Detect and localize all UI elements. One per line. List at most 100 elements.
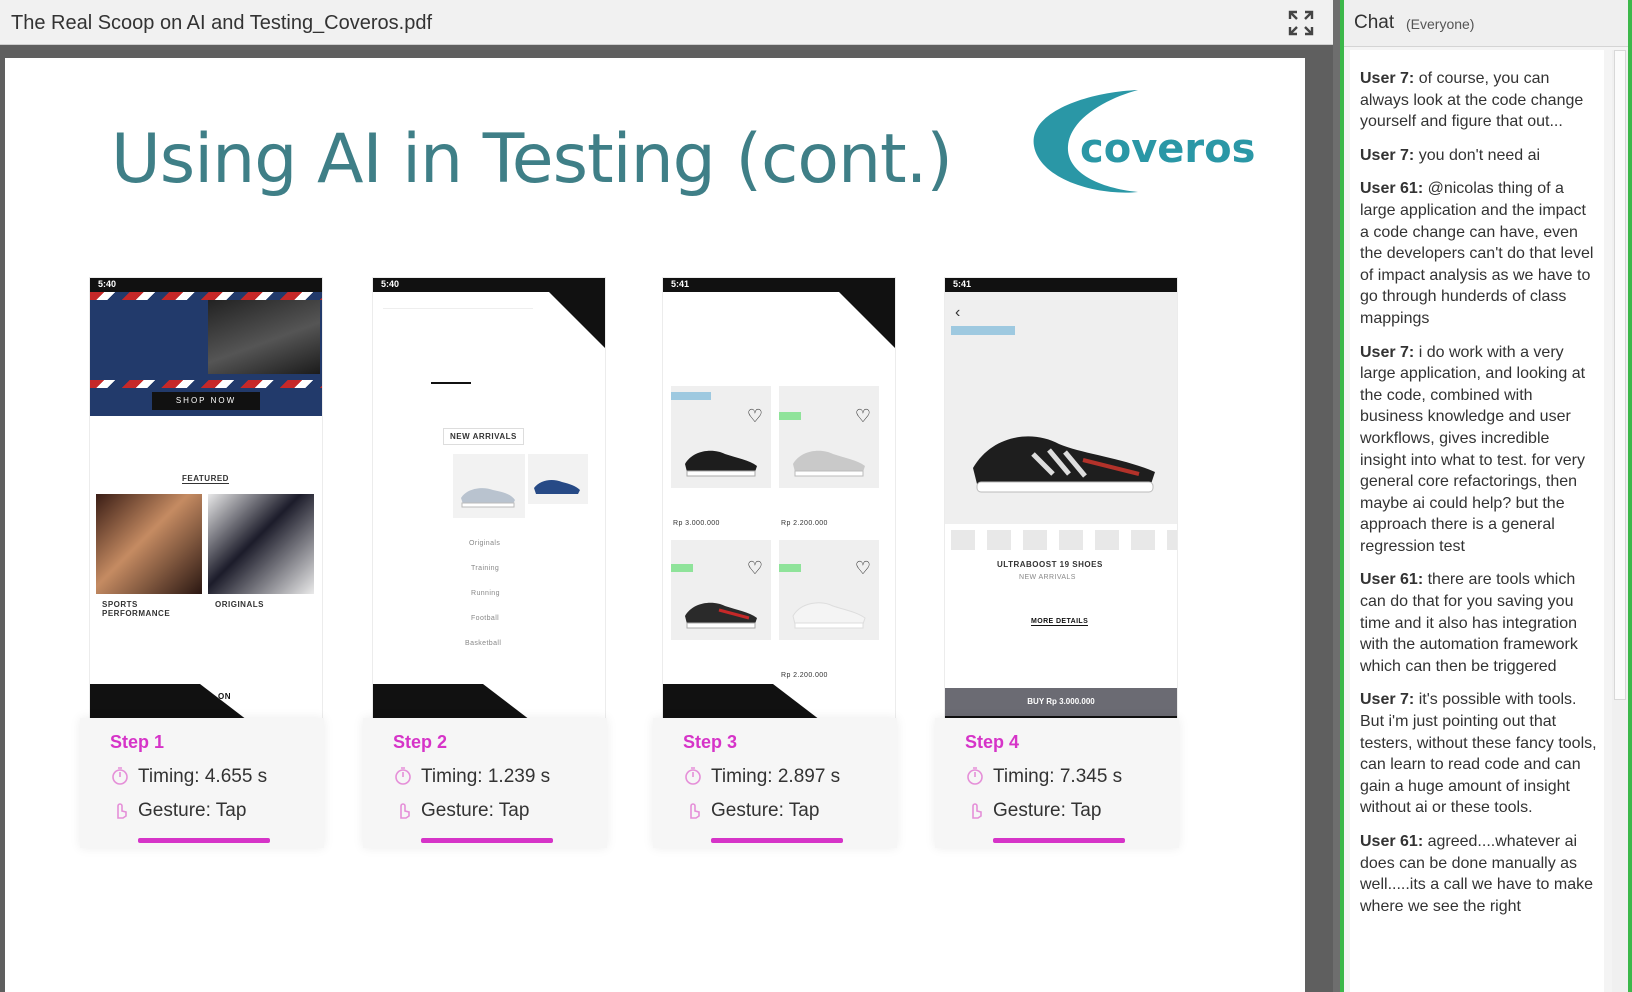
price: Rp 2.200.000	[781, 520, 828, 527]
status-time: 5:40	[381, 279, 400, 289]
message-author: User 7:	[1360, 70, 1415, 87]
step-card-2: 5:40 NEW ARRIVALS Originals Training Run…	[363, 278, 607, 848]
chat-scope[interactable]: (Everyone)	[1406, 16, 1474, 32]
slide: Using AI in Testing (cont.) coveros 5:40…	[5, 58, 1305, 992]
chat-pod: Chat (Everyone) User 7: of course, you c…	[1340, 0, 1632, 992]
chat-scrollbar[interactable]	[1612, 50, 1628, 992]
menu-item[interactable]: Training	[471, 565, 499, 572]
coveros-logo: coveros	[1028, 88, 1258, 200]
heart-icon[interactable]: ♡	[747, 406, 763, 427]
accent-underline	[993, 838, 1125, 843]
gesture-row: Gesture: Tap	[110, 800, 246, 822]
active-tab-indicator	[431, 382, 471, 384]
timing-row: Timing: 2.897 s	[683, 766, 840, 788]
message-text: @nicolas thing of a large application an…	[1360, 180, 1594, 327]
accent-underline	[138, 838, 270, 843]
status-time: 5:41	[671, 279, 690, 289]
shoe-thumb	[453, 454, 525, 518]
document-filename: The Real Scoop on AI and Testing_Coveros…	[11, 12, 433, 34]
accent-underline	[711, 838, 843, 843]
product-tile[interactable]: ♡	[779, 540, 879, 640]
product-hero: ‹	[945, 292, 1177, 524]
slide-title: Using AI in Testing (cont.)	[111, 120, 953, 199]
step-label: Step 4	[965, 732, 1020, 752]
message-author: User 61:	[1360, 833, 1424, 850]
status-time: 5:41	[953, 279, 972, 289]
step-label: Step 3	[683, 732, 738, 752]
phone-screen-2: 5:40 NEW ARRIVALS Originals Training Run…	[373, 278, 605, 726]
thumbnail-strip[interactable]	[945, 530, 1177, 550]
buy-button[interactable]: BUY Rp 3.000.000	[945, 688, 1177, 716]
bottom-text: ON	[218, 692, 231, 701]
tap-icon	[393, 800, 413, 820]
featured-heading: FEATURED	[182, 474, 229, 484]
message-author: User 61:	[1360, 571, 1424, 589]
gesture-text: Gesture: Tap	[993, 800, 1102, 821]
fullscreen-icon[interactable]	[1287, 9, 1315, 37]
tile-originals[interactable]: ORIGINALS	[215, 600, 264, 609]
stopwatch-icon	[110, 766, 130, 786]
product-tile[interactable]: ♡	[779, 386, 879, 488]
chat-scroll-thumb[interactable]	[1614, 50, 1626, 700]
heart-icon[interactable]: ♡	[747, 558, 763, 579]
heart-icon[interactable]: ♡	[855, 406, 871, 427]
phone-screen-1: 5:40 SHOP NOW FEATURED SPORTS PERFORMANC…	[90, 278, 322, 726]
chat-header: Chat (Everyone)	[1344, 0, 1628, 47]
menu-item[interactable]: Originals	[469, 540, 500, 547]
step-card-1: 5:40 SHOP NOW FEATURED SPORTS PERFORMANC…	[80, 278, 324, 848]
gesture-row: Gesture: Tap	[683, 800, 819, 822]
gesture-text: Gesture: Tap	[711, 800, 820, 821]
message-text: you don't need ai	[1418, 146, 1541, 164]
chat-message: User 61: agreed....whatever ai does can …	[1350, 831, 1604, 917]
new-arrivals-heading: NEW ARRIVALS	[443, 428, 524, 445]
message-author: User 7:	[1360, 691, 1415, 709]
more-details-link[interactable]: MORE DETAILS	[1031, 618, 1089, 626]
step-info-2: Step 2 Timing: 1.239 s Gesture: Tap	[363, 718, 607, 848]
step-info-3: Step 3 Timing: 2.897 s Gesture: Tap	[653, 718, 897, 848]
tap-icon	[683, 800, 703, 820]
back-arrow-icon[interactable]: ‹	[955, 304, 960, 322]
product-tile[interactable]: ♡	[671, 540, 771, 640]
gesture-row: Gesture: Tap	[393, 800, 529, 822]
menu-item[interactable]: Football	[471, 615, 499, 622]
timing-row: Timing: 1.239 s	[393, 766, 550, 788]
originals-image	[208, 494, 314, 594]
document-titlebar: The Real Scoop on AI and Testing_Coveros…	[0, 0, 1333, 45]
chat-message: User 7: of course, you can always look a…	[1350, 68, 1604, 133]
tile-sports[interactable]: SPORTS PERFORMANCE	[102, 600, 182, 618]
phone-screen-4: 5:41 ‹ ULTRABOOST 19 SHOES NEW ARRIVALS …	[945, 278, 1177, 726]
tap-icon	[965, 800, 985, 820]
document-pod: The Real Scoop on AI and Testing_Coveros…	[0, 0, 1333, 992]
chat-message: User 7: it's possible with tools. But i'…	[1350, 689, 1604, 819]
gesture-text: Gesture: Tap	[421, 800, 530, 821]
chat-message: User 7: you don't need ai	[1350, 145, 1604, 167]
timing-text: Timing: 1.239 s	[421, 766, 551, 787]
timing-row: Timing: 4.655 s	[110, 766, 267, 788]
chat-message: User 7: i do work with a very large appl…	[1350, 342, 1604, 558]
hero-banner: SHOP NOW	[90, 292, 322, 416]
timing-text: Timing: 4.655 s	[138, 766, 268, 787]
price: Rp 2.200.000	[781, 672, 828, 679]
chat-message: User 61: there are tools which can do th…	[1350, 569, 1604, 677]
corner-decoration	[839, 292, 895, 348]
step-label: Step 2	[393, 732, 448, 752]
message-text: it's possible with tools. But i'm just p…	[1360, 691, 1597, 817]
product-tile[interactable]: ♡	[671, 386, 771, 488]
shop-now-button[interactable]: SHOP NOW	[152, 392, 260, 410]
menu-item[interactable]: Running	[471, 590, 500, 597]
chat-message-list[interactable]: User 7: of course, you can always look a…	[1350, 50, 1604, 992]
message-author: User 61:	[1360, 180, 1424, 198]
message-text: i do work with a very large application,…	[1360, 343, 1586, 555]
tap-icon	[110, 800, 130, 820]
step-info-1: Step 1 Timing: 4.655 s Gesture: Tap	[80, 718, 324, 848]
accent-underline	[421, 838, 553, 843]
heart-icon[interactable]: ♡	[855, 558, 871, 579]
step-label: Step 1	[110, 732, 165, 752]
stopwatch-icon	[393, 766, 413, 786]
menu-item[interactable]: Basketball	[465, 640, 501, 647]
message-author: User 7:	[1360, 146, 1415, 164]
sports-image	[96, 494, 202, 594]
chat-title: Chat	[1354, 12, 1395, 33]
shoe-thumb	[528, 454, 588, 504]
gesture-text: Gesture: Tap	[138, 800, 247, 821]
